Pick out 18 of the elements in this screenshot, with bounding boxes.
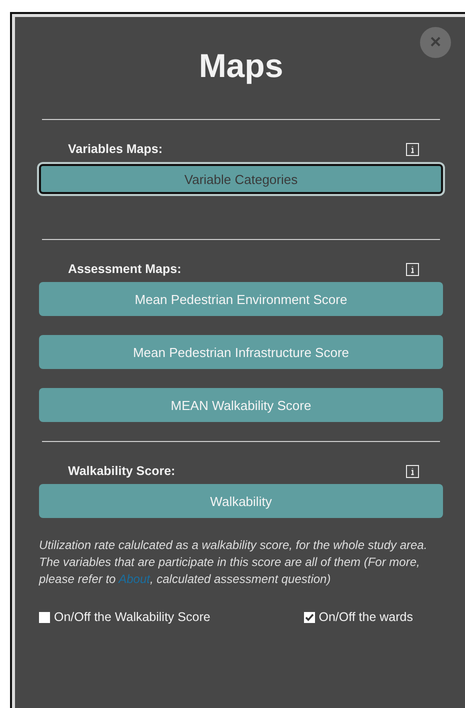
- description-text: Utilization rate calulcated as a walkability score, for the whole study area. The variables that are participate in this score are all of them (For more, please refer to About, calculated assessment question): [39, 537, 428, 588]
- checkbox[interactable]: [39, 612, 50, 622]
- dialog-title: Maps: [198, 47, 284, 85]
- section-label: Assessment Maps:: [68, 262, 182, 276]
- map-button[interactable]: Mean Pedestrian Environment Score: [39, 282, 443, 316]
- map-button[interactable]: MEAN Walkability Score: [39, 388, 443, 422]
- checkbox[interactable]: [304, 612, 315, 622]
- map-button[interactable]: Mean Pedestrian Infrastructure Score: [39, 335, 443, 369]
- info-icon[interactable]: [406, 464, 419, 478]
- about-link[interactable]: About: [118, 572, 150, 586]
- map-button[interactable]: Variable Categories: [39, 164, 443, 194]
- map-button[interactable]: Walkability: [39, 484, 443, 518]
- info-icon[interactable]: [406, 142, 419, 156]
- checkmark-icon: [304, 612, 314, 622]
- close-button[interactable]: ×: [420, 27, 451, 58]
- section-label: Variables Maps:: [68, 142, 162, 156]
- info-icon[interactable]: [406, 262, 419, 276]
- section-label: Walkability Score:: [68, 464, 176, 478]
